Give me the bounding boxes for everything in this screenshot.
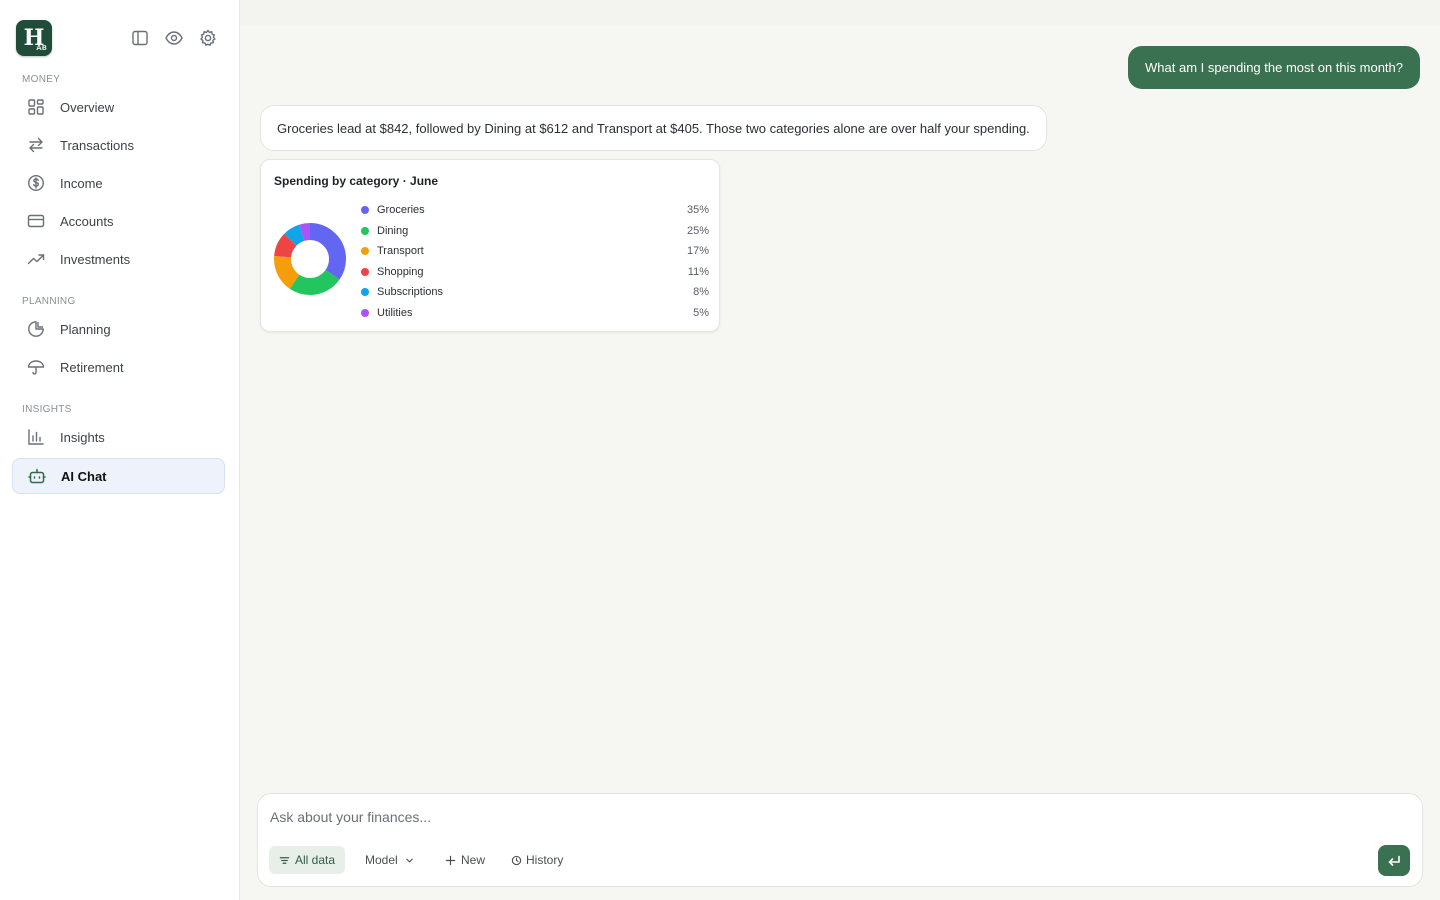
sidebar-item-label: Income xyxy=(60,175,103,191)
top-bar xyxy=(240,0,1440,26)
legend-item-subscriptions: Subscriptions 8% xyxy=(361,282,709,303)
legend-swatch xyxy=(361,247,369,256)
sidebar-item-investments[interactable]: Investments xyxy=(12,241,225,277)
sidebar-item-label: Overview xyxy=(60,99,115,115)
sidebar-item-label: Accounts xyxy=(60,213,114,229)
legend-value: 11% xyxy=(687,265,709,278)
legend-swatch xyxy=(361,226,369,235)
legend-swatch xyxy=(361,267,369,276)
history-button[interactable]: History xyxy=(511,846,563,874)
legend-value: 25% xyxy=(686,224,709,237)
legend-value: 5% xyxy=(693,306,709,319)
sidebar-item-ai-chat[interactable]: AI Chat xyxy=(12,458,225,494)
sidebar-item-label: Planning xyxy=(60,321,111,337)
sidebar-item-retirement[interactable]: Retirement xyxy=(12,349,225,385)
legend-item-utilities: Utilities 5% xyxy=(361,303,709,324)
sidebar-item-planning[interactable]: Planning xyxy=(12,311,225,347)
sidebar: H AB MONEY Overview Transactions Income … xyxy=(0,0,240,900)
legend-label: Transport xyxy=(377,245,424,258)
spending-donut-chart xyxy=(274,223,346,295)
legend-label: Dining xyxy=(377,224,409,237)
plus-icon xyxy=(445,855,456,865)
app-logo[interactable]: H AB xyxy=(16,20,52,56)
legend-label: Utilities xyxy=(377,306,413,319)
send-button[interactable] xyxy=(1378,845,1410,876)
legend-label: Subscriptions xyxy=(377,286,444,299)
umbrella-icon xyxy=(27,358,45,376)
legend-label: Groceries xyxy=(377,204,425,217)
sidebar-item-accounts[interactable]: Accounts xyxy=(12,203,225,239)
arrows-swap-icon xyxy=(27,136,45,154)
legend-label: Shopping xyxy=(377,265,424,278)
user-message: What am I spending the most on this mont… xyxy=(1128,46,1420,89)
sidebar-header: H AB xyxy=(16,20,226,56)
sidebar-item-transactions[interactable]: Transactions xyxy=(12,127,225,163)
new-label: New xyxy=(461,853,486,867)
legend-value: 35% xyxy=(686,204,709,217)
sidebar-toggle-icon[interactable] xyxy=(130,28,150,48)
pie-icon xyxy=(27,320,45,338)
sidebar-item-income[interactable]: Income xyxy=(12,165,225,201)
all-data-label: All data xyxy=(295,853,336,867)
legend-item-shopping: Shopping 11% xyxy=(361,262,709,283)
robot-icon xyxy=(28,467,46,485)
legend-value: 8% xyxy=(693,286,709,299)
sidebar-item-label: Transactions xyxy=(60,137,134,153)
trend-up-icon xyxy=(27,250,45,268)
legend-swatch xyxy=(361,308,369,317)
all-data-filter-button[interactable]: All data xyxy=(269,846,346,874)
section-label-planning: PLANNING xyxy=(22,296,76,307)
chart-title: Spending by category · June xyxy=(274,174,439,188)
sidebar-item-label: Insights xyxy=(60,429,105,445)
model-dropdown[interactable]: Model xyxy=(365,846,415,874)
sidebar-item-insights[interactable]: Insights xyxy=(12,419,225,455)
gear-icon[interactable] xyxy=(198,28,218,48)
model-label: Model xyxy=(365,853,398,867)
section-label-money: MONEY xyxy=(22,74,61,85)
legend-item-transport: Transport 17% xyxy=(361,241,709,262)
chat-input[interactable] xyxy=(270,806,1370,828)
legend-item-dining: Dining 25% xyxy=(361,221,709,242)
legend-swatch xyxy=(361,288,369,297)
bar-chart-icon xyxy=(27,428,45,446)
enter-icon xyxy=(1388,855,1400,866)
legend-swatch xyxy=(361,206,369,215)
chat-composer: All data Model New History xyxy=(257,793,1423,887)
dollar-circle-icon xyxy=(27,174,45,192)
sidebar-item-label: Investments xyxy=(60,251,131,267)
chevron-down-icon xyxy=(405,858,413,863)
grid-icon xyxy=(27,98,45,116)
history-label: History xyxy=(526,853,564,867)
sidebar-item-overview[interactable]: Overview xyxy=(12,89,225,125)
legend-value: 17% xyxy=(686,245,709,258)
ai-message: Groceries lead at $842, followed by Dini… xyxy=(260,105,1047,151)
legend-item-groceries: Groceries 35% xyxy=(361,200,709,221)
spending-chart-card: Spending by category · June Groceries 35%… xyxy=(260,159,720,332)
filter-icon xyxy=(279,856,290,864)
section-label-insights: INSIGHTS xyxy=(22,404,72,415)
credit-card-icon xyxy=(27,212,45,230)
new-chat-button[interactable]: New xyxy=(445,846,485,874)
sidebar-item-label: AI Chat xyxy=(61,468,107,484)
sidebar-item-label: Retirement xyxy=(60,359,124,375)
clock-icon xyxy=(511,855,522,865)
chart-legend: Groceries 35% Dining 25% Transport 17% Shoppin… xyxy=(361,200,709,323)
eye-icon[interactable] xyxy=(164,28,184,48)
logo-sub: AB xyxy=(36,44,47,52)
